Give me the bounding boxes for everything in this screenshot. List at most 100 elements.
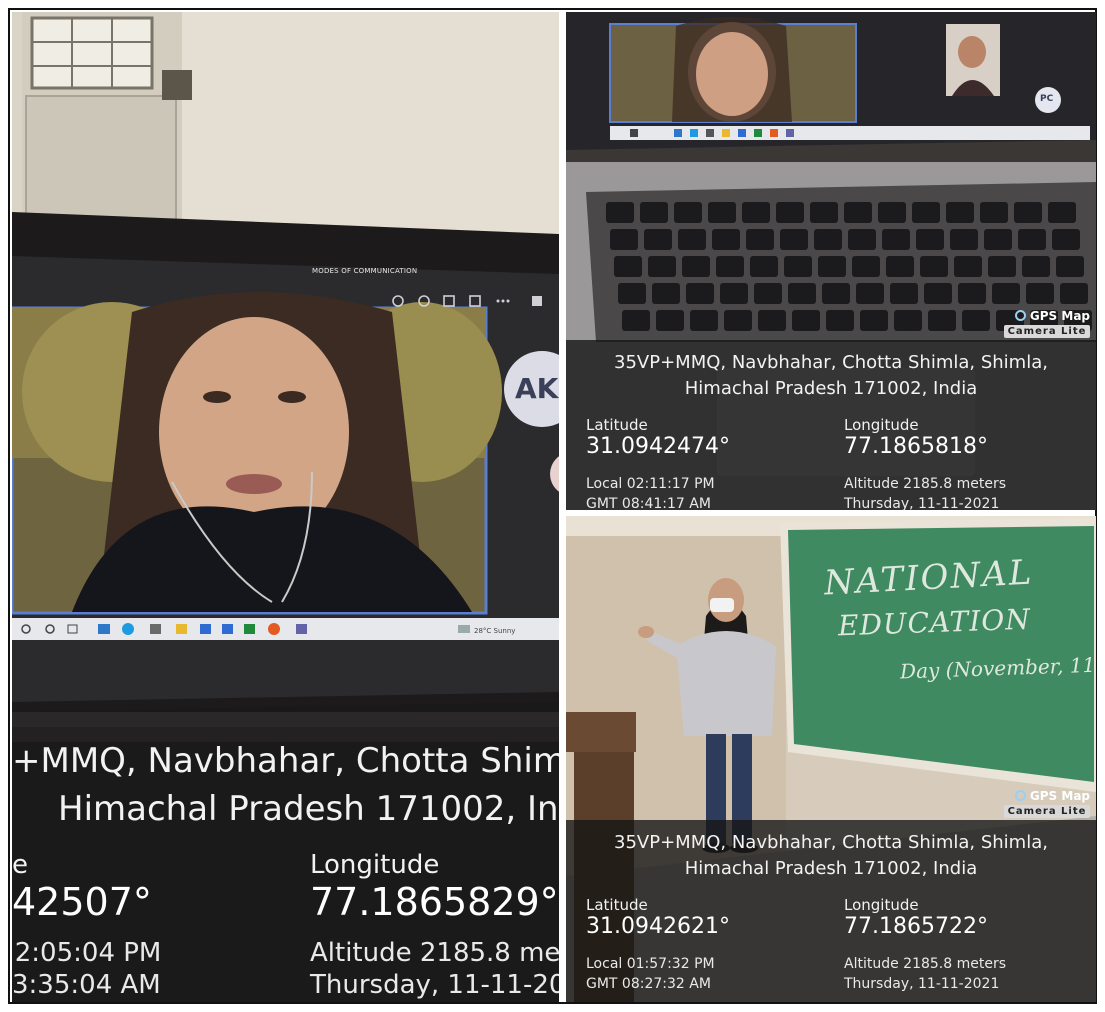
keyboard-key: [856, 283, 884, 304]
keyboard-key: [686, 283, 714, 304]
keyboard-key: [656, 310, 684, 331]
keyboard-key: [622, 310, 650, 331]
longitude-value: 77.1865722°: [844, 914, 988, 939]
latitude-label: Latitude: [586, 896, 648, 914]
keyboard-key: [1018, 229, 1046, 250]
keyboard-key: [984, 229, 1012, 250]
keyboard-key: [712, 229, 740, 250]
date: Thursday, 11-11-2021: [844, 976, 1000, 992]
keyboard-key: [1048, 202, 1076, 223]
keyboard-key: [640, 202, 668, 223]
local-time: Local 02:11:17 PM: [586, 476, 715, 492]
gps-badge-title: GPS Map: [1029, 789, 1090, 803]
latitude-value: 31.0942621°: [586, 914, 730, 939]
keyboard-key: [954, 256, 982, 277]
keyboard-key: [788, 283, 816, 304]
bottom-right-photo: NATIONAL EDUCATION Day (November, 11) GP…: [566, 516, 1096, 1002]
keyboard-key: [826, 310, 854, 331]
keyboard-key: [724, 310, 752, 331]
board-text-line-2: EDUCATION: [837, 602, 1032, 643]
left-photo: 28°C Sunny MODES OF COMMUNICATION AK +MM…: [12, 12, 559, 1002]
keyboard-key: [950, 229, 978, 250]
keyboard-key: [920, 256, 948, 277]
longitude-label: Longitude: [844, 896, 919, 914]
keyboard-key: [1060, 283, 1088, 304]
svg-text:28°C Sunny: 28°C Sunny: [474, 627, 515, 635]
keyboard-key: [648, 256, 676, 277]
local-time: Local 01:57:32 PM: [586, 956, 715, 972]
altitude: Altitude 2185.8 meters: [844, 476, 1006, 492]
address-line-1: +MMQ, Navbhahar, Chotta Shimla,: [12, 741, 559, 781]
keyboard-key: [878, 202, 906, 223]
date: Thursday, 11-11-20: [310, 970, 559, 1000]
keyboard-key: [746, 229, 774, 250]
keyboard-key: [818, 256, 846, 277]
keyboard-key: [750, 256, 778, 277]
keyboard-key: [1022, 256, 1050, 277]
keyboard-key: [814, 229, 842, 250]
gps-badge-subtitle: Camera Lite: [1004, 325, 1090, 338]
keyboard-key: [754, 283, 782, 304]
address-line-1: 35VP+MMQ, Navbhahar, Chotta Shimla, Shim…: [614, 832, 1048, 853]
keyboard-key: [720, 283, 748, 304]
keyboard-key: [958, 283, 986, 304]
keyboard-key: [758, 310, 786, 331]
keyboard-key: [652, 283, 680, 304]
keyboard-key: [776, 202, 804, 223]
latitude-label: Latitude: [586, 416, 648, 434]
keyboard-key: [894, 310, 922, 331]
keyboard-key: [912, 202, 940, 223]
keyboard-key: [780, 229, 808, 250]
keyboard-key: [924, 283, 952, 304]
keyboard-key: [980, 202, 1008, 223]
longitude-value: 77.1865818°: [844, 434, 988, 459]
keyboard-key: [1014, 202, 1042, 223]
altitude: Altitude 2185.8 met: [310, 938, 559, 968]
avatar-ak: AK: [515, 372, 559, 405]
address-line-1: 35VP+MMQ, Navbhahar, Chotta Shimla, Shim…: [614, 352, 1048, 373]
keyboard-key: [860, 310, 888, 331]
longitude-label: Longitude: [310, 850, 440, 880]
gmt-time: GMT 08:41:17 AM: [586, 496, 711, 510]
top-right-photo: PC GPS Map Camera Lite 35VP+MMQ, Navbhah…: [566, 12, 1096, 510]
gps-map-badge: GPS Map Camera Lite: [1004, 308, 1090, 338]
keyboard-key: [890, 283, 918, 304]
keyboard-key: [678, 229, 706, 250]
address-line-2: Himachal Pradesh 171002, India: [684, 378, 978, 399]
avatar-pc: PC: [1040, 94, 1054, 104]
gps-camera-icon: [1014, 310, 1026, 321]
keyboard-key: [614, 256, 642, 277]
keyboard-key: [690, 310, 718, 331]
gmt-time: GMT 08:27:32 AM: [586, 976, 711, 992]
local-time: :2:05:04 PM: [12, 938, 162, 968]
longitude-value: 77.1865829°: [310, 880, 559, 924]
keyboard-key: [822, 283, 850, 304]
keyboard-key: [916, 229, 944, 250]
latitude-label: e: [12, 850, 28, 880]
gps-map-badge: GPS Map Camera Lite: [1004, 788, 1090, 818]
gps-camera-icon: [1014, 790, 1026, 801]
latitude-value: 42507°: [12, 880, 152, 924]
keyboard-key: [682, 256, 710, 277]
keyboard-key: [928, 310, 956, 331]
keyboard-key: [882, 229, 910, 250]
gmt-time: 3:35:04 AM: [12, 970, 161, 1000]
keyboard-key: [792, 310, 820, 331]
date: Thursday, 11-11-2021: [844, 496, 1000, 510]
gps-badge-subtitle: Camera Lite: [1004, 805, 1090, 818]
screen-title: MODES OF COMMUNICATION: [312, 267, 418, 275]
keyboard-key: [848, 229, 876, 250]
longitude-label: Longitude: [844, 416, 919, 434]
keyboard-key: [610, 229, 638, 250]
keyboard-key: [784, 256, 812, 277]
keyboard-key: [606, 202, 634, 223]
altitude: Altitude 2185.8 meters: [844, 956, 1006, 972]
keyboard-key: [1026, 283, 1054, 304]
latitude-value: 31.0942474°: [586, 434, 730, 459]
keyboard-key: [674, 202, 702, 223]
keyboard-key: [1052, 229, 1080, 250]
keyboard-key: [1056, 256, 1084, 277]
keyboard-key: [708, 202, 736, 223]
keyboard-key: [852, 256, 880, 277]
keyboard-key: [988, 256, 1016, 277]
